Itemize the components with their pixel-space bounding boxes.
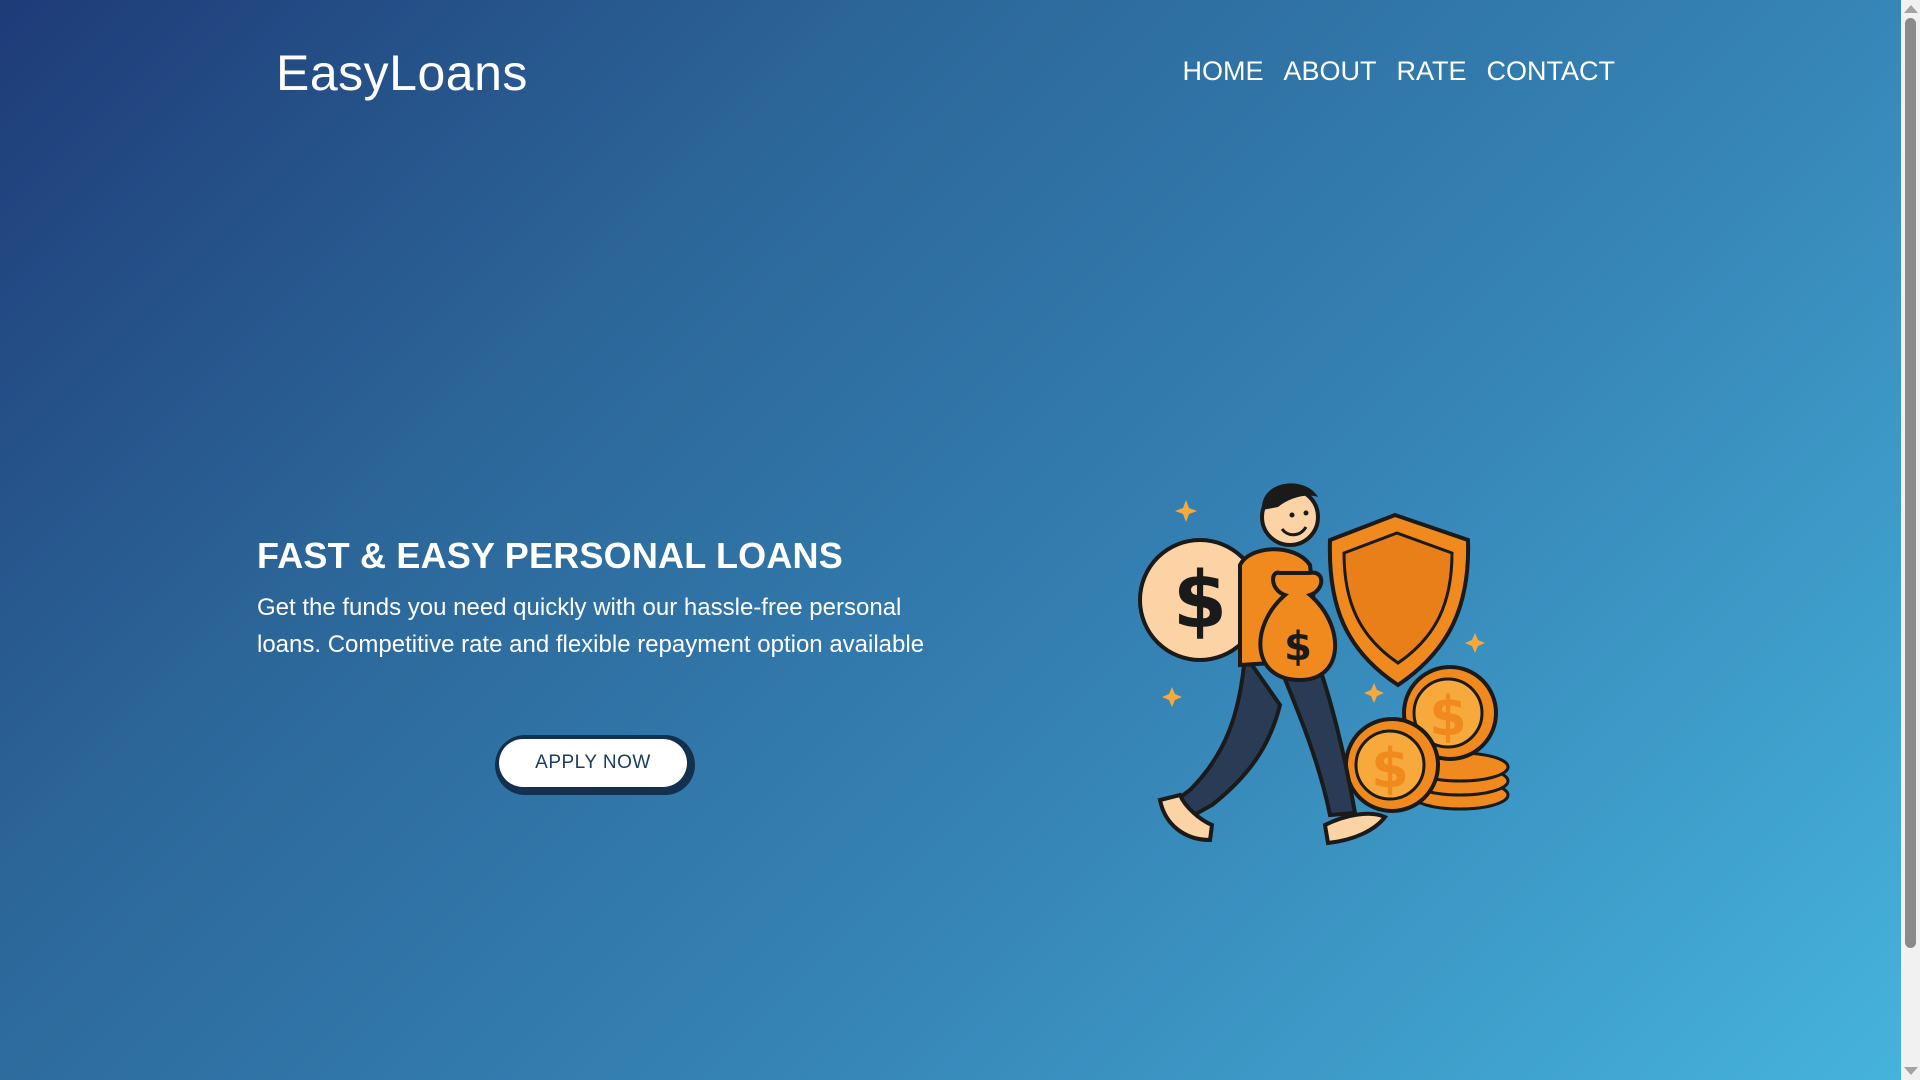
hero-title: FAST & EASY PERSONAL LOANS — [257, 535, 843, 576]
scrollbar-thumb[interactable] — [1905, 18, 1916, 948]
svg-text:$: $ — [1284, 624, 1312, 670]
svg-text:$: $ — [1429, 685, 1467, 748]
apply-button-frame: APPLY NOW — [495, 735, 695, 795]
hero-description: Get the funds you need quickly with our … — [257, 594, 925, 658]
svg-text:$: $ — [1371, 737, 1409, 800]
hero-section: FAST & EASY PERSONAL LOANS Get the funds… — [257, 535, 947, 663]
scroll-up-arrow-icon[interactable] — [1904, 5, 1918, 13]
coin-stack-icon: $ $ — [1344, 665, 1510, 813]
svg-text:$: $ — [1173, 556, 1227, 646]
shield-icon — [1327, 512, 1471, 688]
landing-page: EasyLoans HOME ABOUT RATE CONTACT FAST &… — [0, 0, 1901, 1080]
apply-now-button[interactable]: APPLY NOW — [499, 739, 687, 787]
vertical-scrollbar[interactable] — [1901, 0, 1920, 1080]
site-logo[interactable]: EasyLoans — [276, 44, 528, 102]
nav-contact[interactable]: CONTACT — [1487, 56, 1616, 87]
nav-rate[interactable]: RATE — [1396, 56, 1466, 87]
nav-about[interactable]: ABOUT — [1283, 56, 1376, 87]
nav-home[interactable]: HOME — [1182, 56, 1263, 87]
scroll-down-arrow-icon[interactable] — [1904, 1067, 1918, 1075]
man-with-money-bag-illustration: $ $ $ $ — [1138, 483, 1510, 846]
main-nav: HOME ABOUT RATE CONTACT — [1182, 56, 1615, 87]
